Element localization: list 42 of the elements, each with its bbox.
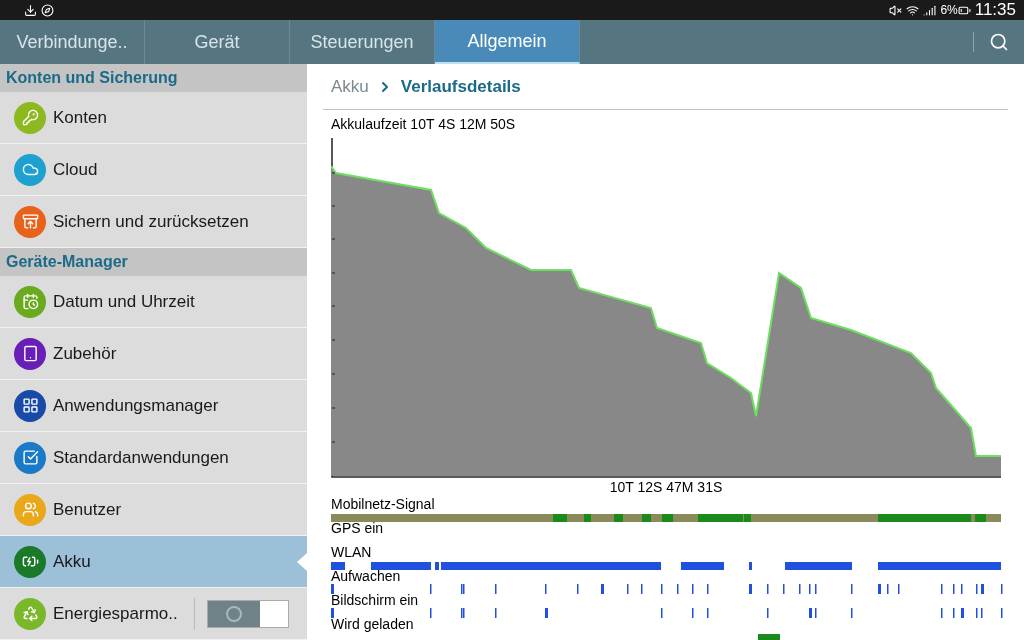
sidebar-item[interactable]: Anwendungsmanager — [0, 380, 307, 432]
item-label: Benutzer — [53, 498, 122, 521]
sidebar-item[interactable]: Datum und Uhrzeit — [0, 276, 307, 328]
track-label: Wird geladen — [331, 616, 414, 632]
sidebar-item[interactable]: Zubehör — [0, 328, 307, 380]
signal-icon — [923, 3, 937, 17]
section-header: Geräte-Manager — [0, 248, 307, 276]
track-label: GPS ein — [331, 520, 384, 536]
item-label: Standardanwendungen — [53, 446, 229, 469]
compass-icon — [41, 3, 54, 17]
track-label: WLAN — [331, 544, 372, 560]
track-label: Bildschirm ein — [331, 592, 419, 608]
item-label: Sichern und zurücksetzen — [53, 210, 249, 233]
toggle-switch[interactable] — [206, 599, 289, 628]
time-span-label: 10T 12S 47M 31S — [608, 478, 724, 496]
search-icon — [989, 32, 1009, 52]
item-label: Akku — [53, 550, 91, 573]
wifi-icon — [906, 3, 920, 17]
item-label: Energiesparmo.. — [53, 602, 178, 625]
sidebar-item[interactable]: Konten — [0, 92, 307, 144]
breadcrumb-parent[interactable]: Akku — [331, 73, 369, 100]
charging-timeline-drawing — [758, 634, 780, 640]
battery-percent: 6% — [940, 2, 958, 19]
sidebar-item[interactable]: Energiesparmo.. — [0, 588, 307, 640]
selection-pointer — [297, 553, 307, 571]
item-label: Anwendungsmanager — [53, 394, 219, 417]
breadcrumb-current: Verlaufsdetails — [400, 75, 521, 98]
clock: 11:35 — [974, 0, 1016, 22]
item-label: Cloud — [53, 158, 98, 181]
tab[interactable]: Allgemein — [435, 20, 580, 64]
section-header: Konten und Sicherung — [0, 64, 307, 92]
track-label: Aufwachen — [331, 568, 401, 584]
sidebar-item[interactable]: Akku — [0, 536, 307, 588]
sidebar-item[interactable]: Standardanwendungen — [0, 432, 307, 484]
track-label: Mobilnetz-Signal — [331, 496, 435, 512]
download-icon — [24, 3, 37, 17]
chart-title: Akkulaufzeit 10T 4S 12M 50S — [331, 115, 517, 134]
item-label: Konten — [53, 106, 107, 129]
sidebar-item[interactable]: Cloud — [0, 144, 307, 196]
item-label: Datum und Uhrzeit — [53, 290, 195, 313]
mute-icon — [889, 3, 903, 17]
item-label: Zubehör — [53, 342, 117, 365]
